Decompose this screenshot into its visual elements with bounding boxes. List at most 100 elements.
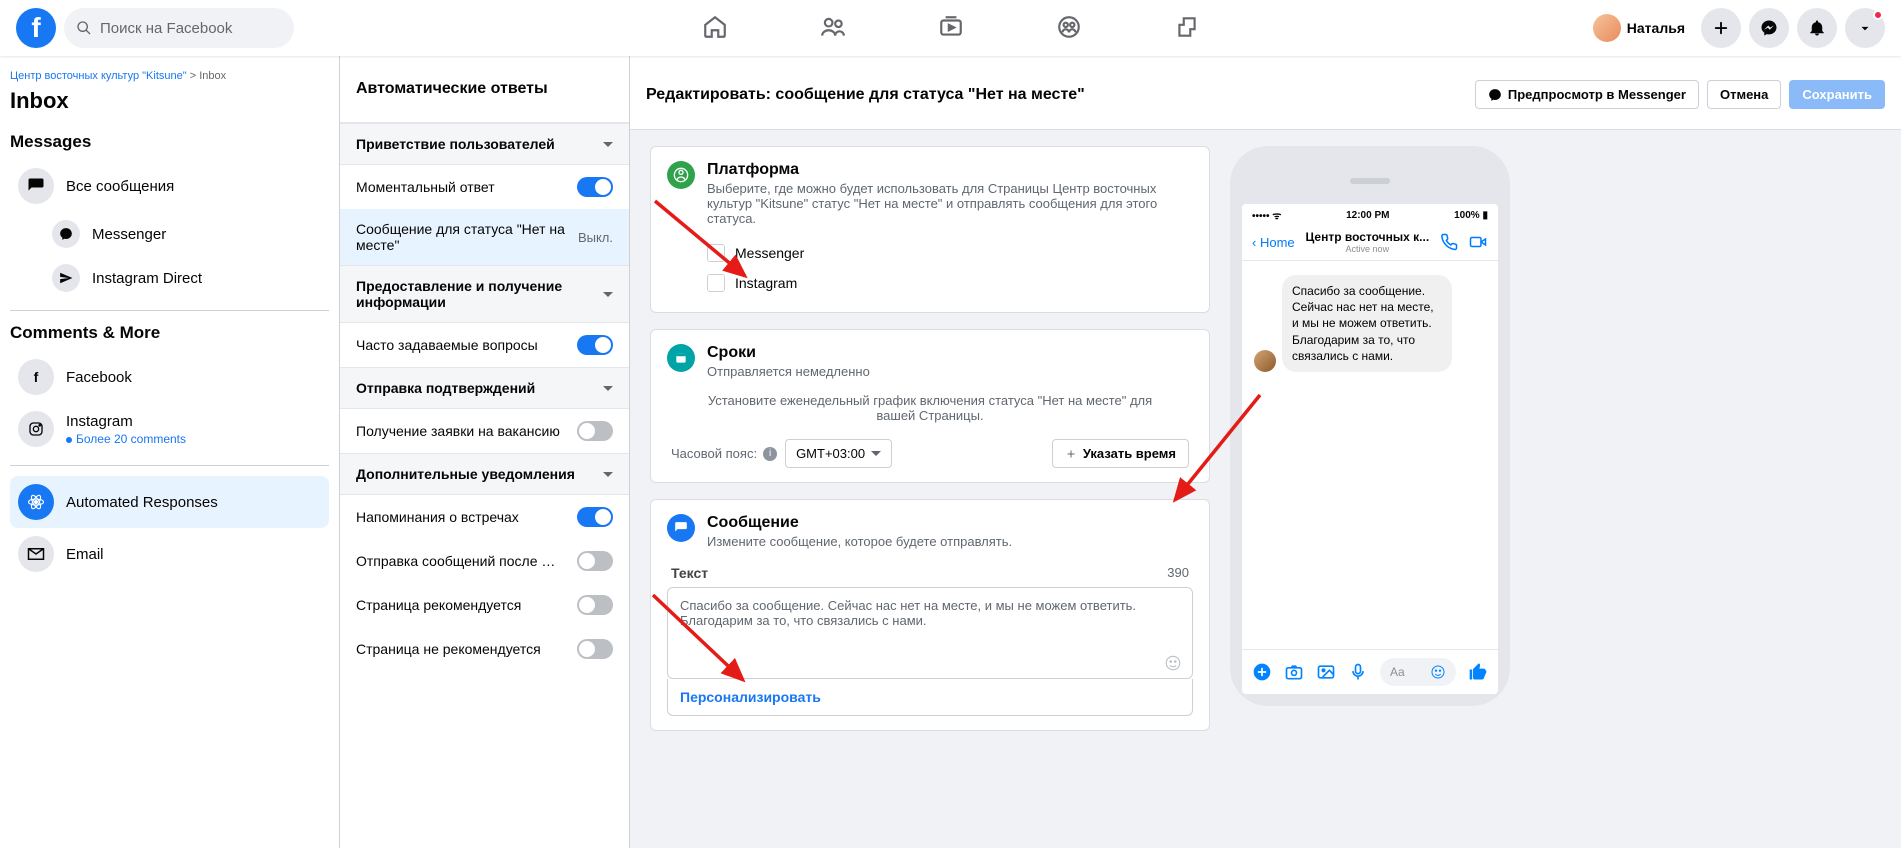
opt-page-recommended[interactable]: Страница рекомендуется <box>340 583 629 627</box>
group-confirmations[interactable]: Отправка подтверждений <box>340 367 629 409</box>
toggle-off[interactable] <box>577 639 613 659</box>
platform-messenger-row[interactable]: Messenger <box>707 238 1193 268</box>
toggle-off[interactable] <box>577 595 613 615</box>
messages-icon <box>18 168 54 204</box>
message-card: Сообщение Измените сообщение, которое бу… <box>650 499 1210 731</box>
page-title: Inbox <box>10 88 329 114</box>
sidebar-item-all-messages[interactable]: Все сообщения <box>10 160 329 212</box>
nav-home[interactable] <box>660 0 770 56</box>
phone-time: 12:00 PM <box>1346 210 1389 221</box>
nav-friends[interactable] <box>778 0 888 56</box>
schedule-subtitle: Отправляется немедленно <box>707 364 870 379</box>
email-icon <box>18 536 54 572</box>
signal-icon: ••••• ᯤ <box>1252 208 1281 222</box>
opt-appointment-reminders[interactable]: Напоминания о встречах <box>340 495 629 539</box>
text-label: Текст <box>671 565 708 581</box>
info-icon[interactable]: i <box>763 447 777 461</box>
send-icon <box>52 264 80 292</box>
phone-chat-title: Центр восточных к... <box>1295 230 1440 244</box>
messenger-icon <box>1488 88 1502 102</box>
schedule-desc: Установите еженедельный график включения… <box>667 393 1193 423</box>
video-call-icon[interactable] <box>1468 233 1488 251</box>
toggle-on[interactable] <box>577 335 613 355</box>
nav-watch[interactable] <box>896 0 1006 56</box>
user-chip[interactable]: Наталья <box>1589 10 1693 46</box>
badge-dot <box>1873 10 1883 20</box>
platform-instagram-row[interactable]: Instagram <box>707 268 1193 298</box>
calendar-icon <box>667 344 695 372</box>
right-nav: Наталья <box>1589 8 1885 48</box>
checkbox[interactable] <box>707 274 725 292</box>
message-textarea[interactable]: Спасибо за сообщение. Сейчас нас нет на … <box>667 587 1193 679</box>
mic-icon[interactable] <box>1348 662 1368 682</box>
sidebar-item-email[interactable]: Email <box>10 528 329 580</box>
opt-after-appointment[interactable]: Отправка сообщений после назначени... <box>340 539 629 583</box>
sidebar-item-automated-responses[interactable]: Automated Responses <box>10 476 329 528</box>
phone-call-icon[interactable] <box>1440 233 1458 251</box>
plus-circle-icon[interactable] <box>1252 662 1272 682</box>
search-bar[interactable]: Поиск на Facebook <box>64 8 294 48</box>
message-desc: Измените сообщение, которое будете отпра… <box>707 534 1012 549</box>
group-info[interactable]: Предоставление и получение информации <box>340 265 629 323</box>
chat-avatar <box>1254 350 1276 372</box>
facebook-logo[interactable]: f <box>16 8 56 48</box>
emoji-icon[interactable] <box>1430 664 1446 680</box>
platform-card: Платформа Выберите, где можно будет испо… <box>650 146 1210 313</box>
main-title: Редактировать: сообщение для статуса "Не… <box>646 86 1085 104</box>
timezone-select[interactable]: GMT+03:00 <box>785 439 892 468</box>
messenger-icon <box>52 220 80 248</box>
plus-icon <box>1065 448 1077 460</box>
toggle-off[interactable] <box>577 421 613 441</box>
image-icon[interactable] <box>1316 662 1336 682</box>
add-time-button[interactable]: Указать время <box>1052 439 1189 468</box>
emoji-icon[interactable] <box>1164 654 1182 672</box>
opt-instant-reply[interactable]: Моментальный ответ <box>340 165 629 209</box>
timezone-label: Часовой пояс: i <box>671 446 777 461</box>
platform-icon <box>667 161 695 189</box>
chevron-down-icon <box>871 451 881 456</box>
save-button[interactable]: Сохранить <box>1789 80 1885 109</box>
messenger-button[interactable] <box>1749 8 1789 48</box>
cancel-button[interactable]: Отмена <box>1707 80 1781 109</box>
chevron-down-icon <box>603 142 613 147</box>
notifications-button[interactable] <box>1797 8 1837 48</box>
phone-text-input[interactable]: Aa <box>1380 658 1456 686</box>
opt-faq[interactable]: Часто задаваемые вопросы <box>340 323 629 367</box>
group-greeting[interactable]: Приветствие пользователей <box>340 123 629 165</box>
instagram-icon <box>18 411 54 447</box>
sidebar-item-facebook[interactable]: f Facebook <box>10 351 329 403</box>
section-comments-label: Comments & More <box>10 323 329 343</box>
toggle-on[interactable] <box>577 177 613 197</box>
chat-icon <box>667 514 695 542</box>
chat-bubble: Спасибо за сообщение. Сейчас нас нет на … <box>1282 275 1452 372</box>
like-icon[interactable] <box>1468 662 1488 682</box>
toggle-on[interactable] <box>577 507 613 527</box>
section-messages-label: Messages <box>10 132 329 152</box>
phone-chat-subtitle: Active now <box>1295 244 1440 254</box>
chevron-down-icon <box>603 386 613 391</box>
breadcrumb-page[interactable]: Центр восточных культур "Kitsune" <box>10 70 187 82</box>
account-dropdown[interactable] <box>1845 8 1885 48</box>
create-button[interactable] <box>1701 8 1741 48</box>
phone-home-button[interactable]: ‹ Home <box>1252 235 1295 250</box>
sidebar-item-instagram[interactable]: Instagram Более 20 comments <box>10 403 329 455</box>
opt-job-application[interactable]: Получение заявки на вакансию <box>340 409 629 453</box>
sidebar-item-messenger[interactable]: Messenger <box>10 212 329 256</box>
facebook-icon: f <box>18 359 54 395</box>
nav-gaming[interactable] <box>1132 0 1242 56</box>
sidebar-item-instagram-direct[interactable]: Instagram Direct <box>10 256 329 300</box>
group-notifications[interactable]: Дополнительные уведомления <box>340 453 629 495</box>
nav-groups[interactable] <box>1014 0 1124 56</box>
opt-page-not-recommended[interactable]: Страница не рекомендуется <box>340 627 629 671</box>
user-name: Наталья <box>1627 20 1685 36</box>
main-header: Редактировать: сообщение для статуса "Не… <box>630 56 1901 130</box>
toggle-off[interactable] <box>577 551 613 571</box>
opt-away-message[interactable]: Сообщение для статуса "Нет на месте" Вык… <box>340 209 629 265</box>
preview-messenger-button[interactable]: Предпросмотр в Messenger <box>1475 80 1699 109</box>
camera-icon[interactable] <box>1284 662 1304 682</box>
breadcrumb-inbox: Inbox <box>199 70 226 82</box>
instagram-comments-count: Более 20 comments <box>66 432 186 446</box>
personalize-link[interactable]: Персонализировать <box>667 679 1193 716</box>
checkbox[interactable] <box>707 244 725 262</box>
avatar <box>1593 14 1621 42</box>
